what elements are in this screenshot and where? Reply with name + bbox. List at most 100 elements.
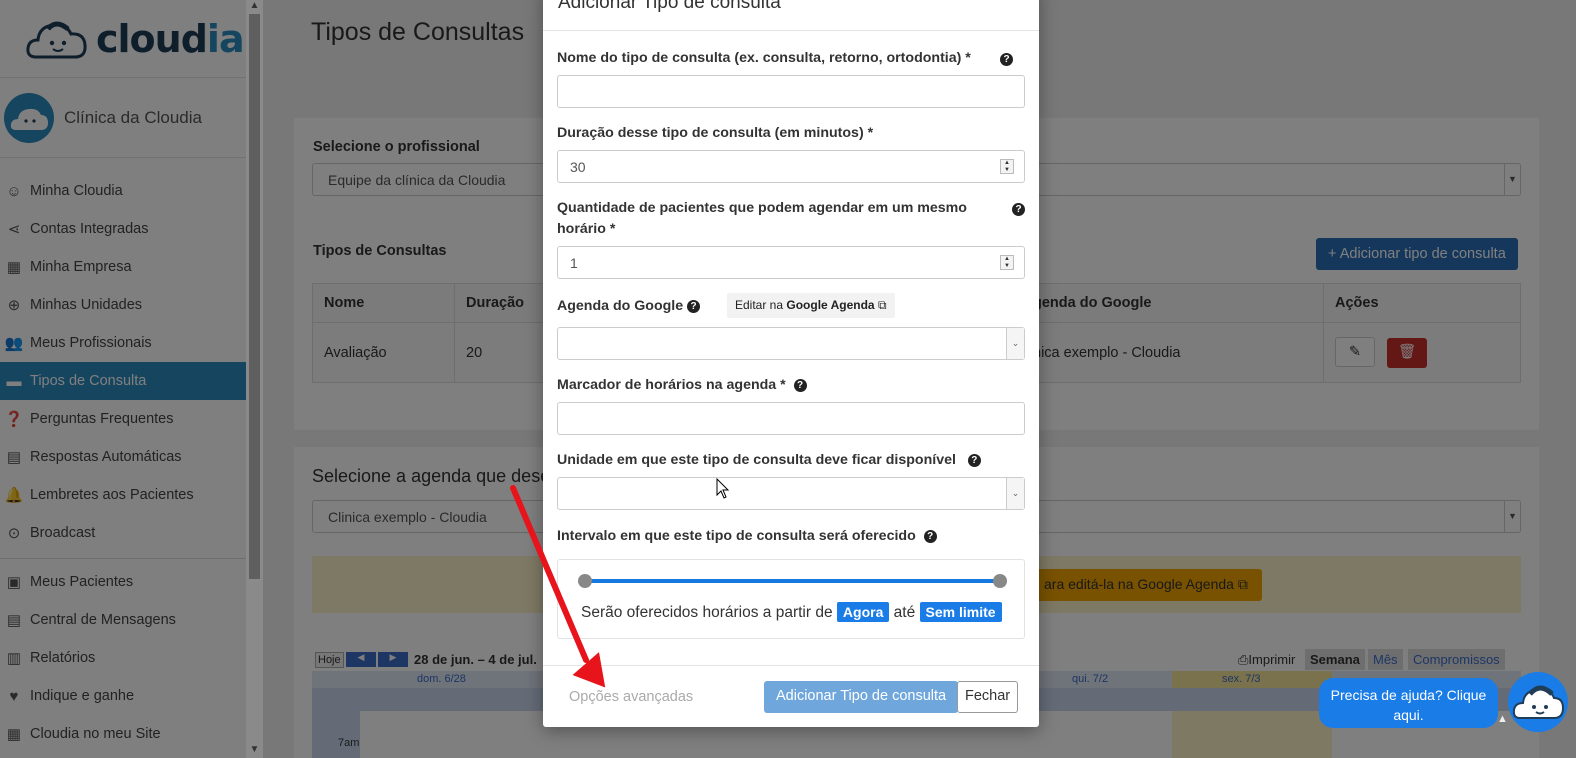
cloudia-mascot-icon bbox=[1512, 685, 1564, 719]
scroll-up-icon[interactable]: ▲ bbox=[246, 0, 263, 14]
agenda-label: Selecione a agenda que dese bbox=[312, 466, 551, 486]
broadcast-icon: ⊙ bbox=[7, 525, 21, 542]
week-tab[interactable]: Semana bbox=[1305, 649, 1365, 670]
edit-google-agenda-button[interactable]: ara editá-la na Google Agenda ⧉ bbox=[1030, 569, 1262, 601]
google-label: Agenda do Google ? bbox=[557, 296, 701, 317]
submit-button[interactable]: Adicionar Tipo de consulta bbox=[764, 681, 959, 713]
store-icon: ▦ bbox=[6, 259, 22, 276]
people-icon: 👥 bbox=[4, 335, 24, 352]
print-link[interactable]: ⎙Imprimir bbox=[1238, 652, 1295, 668]
help-icon[interactable]: ? bbox=[687, 299, 701, 313]
help-avatar[interactable] bbox=[1508, 672, 1568, 732]
page-title: Tipos de Consultas bbox=[311, 18, 525, 46]
trash-icon[interactable]: 🗑 bbox=[1387, 338, 1428, 368]
chat-icon: ▤ bbox=[6, 449, 22, 466]
modal-title: Adicionar Tipo de consulta bbox=[558, 0, 781, 13]
edit-pencil-icon[interactable]: ✎ bbox=[1335, 337, 1375, 367]
add-type-button[interactable]: + Adicionar tipo de consulta bbox=[1316, 238, 1518, 270]
share-icon: ⋖ bbox=[7, 221, 21, 238]
chevron-down-icon: ⌄ bbox=[1006, 478, 1024, 509]
brand-logo[interactable]: cloudia bbox=[0, 0, 246, 78]
sidebar-item-minha-cloudia[interactable]: ☺ Minha Cloudia bbox=[0, 172, 246, 210]
month-tab[interactable]: Mês bbox=[1368, 649, 1403, 670]
chevron-down-icon: ⌄ bbox=[1006, 328, 1024, 359]
external-link-icon: ⧉ bbox=[1237, 576, 1248, 592]
list-icon: ▬ bbox=[6, 372, 22, 390]
range-end-handle[interactable] bbox=[993, 574, 1007, 588]
mouse-cursor-icon bbox=[716, 478, 730, 499]
clinic-avatar bbox=[4, 92, 54, 143]
day-header: dom. 6/28 bbox=[417, 673, 466, 685]
day-header: sex. 7/3 bbox=[1222, 673, 1261, 685]
table-header: genda do Google bbox=[1021, 283, 1324, 323]
help-icon[interactable]: ? bbox=[923, 529, 937, 543]
duration-label: Duração desse tipo de consulta (em minut… bbox=[557, 125, 874, 141]
help-icon[interactable]: ? bbox=[1000, 53, 1013, 66]
sidebar-item-broadcast[interactable]: ⊙ Broadcast bbox=[0, 514, 246, 552]
advanced-options-link[interactable]: Opções avançadas bbox=[569, 689, 693, 705]
scroll-up-small-icon[interactable]: ▲ bbox=[1497, 713, 1508, 725]
sidebar-item-respostas-automaticas[interactable]: ▤ Respostas Automáticas bbox=[0, 438, 246, 476]
duration-input[interactable]: 30 ▲ ▼ bbox=[557, 150, 1025, 183]
range-start-handle[interactable] bbox=[578, 574, 592, 588]
range-track[interactable] bbox=[585, 579, 1000, 583]
sidebar-item-contas-integradas[interactable]: ⋖ Contas Integradas bbox=[0, 210, 246, 248]
chart-icon: ▥ bbox=[6, 650, 22, 667]
help-icon[interactable]: ? bbox=[967, 453, 981, 467]
sidebar-item-indique-e-ganhe[interactable]: ♥ Indique e ganhe bbox=[0, 677, 246, 715]
table-cell: nica exemplo - Cloudia bbox=[1021, 322, 1324, 383]
marker-label: Marcador de horários na agenda * ? bbox=[557, 375, 807, 396]
sidebar: cloudia Clínica da Cloudia ☺ Minha Cloudi… bbox=[0, 0, 246, 758]
sidebar-item-minha-empresa[interactable]: ▦ Minha Empresa bbox=[0, 248, 246, 286]
interval-label: Intervalo em que este tipo de consulta s… bbox=[557, 526, 937, 547]
chevron-down-icon: ▼ bbox=[1504, 501, 1520, 532]
scrollbar-thumb[interactable] bbox=[249, 14, 260, 579]
select-prof-label: Selecione o profissional bbox=[313, 139, 480, 155]
table-header: Nome bbox=[312, 283, 455, 323]
prev-arrow-icon[interactable]: ◀ bbox=[346, 652, 376, 667]
name-input[interactable] bbox=[557, 75, 1025, 108]
help-icon[interactable]: ? bbox=[793, 378, 807, 392]
unit-label: Unidade em que este tipo de consulta dev… bbox=[557, 450, 981, 471]
close-button[interactable]: Fechar bbox=[957, 681, 1019, 713]
cloud-logo-icon bbox=[26, 17, 88, 61]
day-header: qui. 7/2 bbox=[1072, 673, 1109, 685]
sidebar-item-central-mensagens[interactable]: ▤ Central de Mensagens bbox=[0, 601, 246, 639]
heart-icon: ♥ bbox=[9, 687, 19, 705]
modal-footer: Opções avançadas Adicionar Tipo de consu… bbox=[543, 665, 1039, 727]
today-button[interactable]: Hoje bbox=[315, 652, 344, 668]
unit-select[interactable]: ⌄ bbox=[557, 477, 1025, 510]
sidebar-item-minhas-unidades[interactable]: ⊕ Minhas Unidades bbox=[0, 286, 246, 324]
stepper-icon[interactable]: ▲ ▼ bbox=[1000, 255, 1014, 270]
scroll-down-icon[interactable]: ▼ bbox=[246, 744, 263, 758]
quantity-input[interactable]: 1 ▲ ▼ bbox=[557, 246, 1025, 279]
edit-google-agenda-link[interactable]: Editar na Google Agenda ⧉ bbox=[727, 293, 895, 318]
site-icon: ▦ bbox=[6, 726, 22, 743]
google-calendar-select[interactable]: ⌄ bbox=[557, 327, 1025, 360]
sidebar-item-cloudia-site[interactable]: ▦ Cloudia no meu Site bbox=[0, 715, 246, 753]
clinic-selector[interactable]: Clínica da Cloudia bbox=[0, 78, 246, 158]
stepper-icon[interactable]: ▲ ▼ bbox=[1000, 159, 1014, 174]
brand-name: cloudia bbox=[96, 16, 245, 61]
modal-header: Adicionar Tipo de consulta bbox=[543, 0, 1039, 31]
sidebar-item-relatorios[interactable]: ▥ Relatórios bbox=[0, 639, 246, 677]
sidebar-item-tipos-de-consulta[interactable]: ▬ Tipos de Consulta bbox=[0, 362, 246, 400]
next-arrow-icon[interactable]: ▶ bbox=[378, 652, 408, 667]
sidebar-item-perguntas-frequentes[interactable]: ❓ Perguntas Frequentes bbox=[0, 400, 246, 438]
help-icon[interactable]: ? bbox=[1012, 203, 1025, 216]
sidebar-scrollbar[interactable]: ▲ ▼ bbox=[246, 0, 263, 758]
clinic-name: Clínica da Cloudia bbox=[64, 107, 202, 127]
appointments-tab[interactable]: Compromissos bbox=[1408, 649, 1505, 670]
bell-icon: 🔔 bbox=[4, 487, 24, 504]
sidebar-item-meus-profissionais[interactable]: 👥 Meus Profissionais bbox=[0, 324, 246, 362]
help-bubble[interactable]: Precisa de ajuda? Clique aqui. bbox=[1319, 678, 1498, 728]
interval-description: Serão oferecidos horários a partir de Ag… bbox=[581, 602, 1002, 622]
interval-range-box: Serão oferecidos horários a partir de Ag… bbox=[557, 559, 1025, 639]
patients-icon: ▣ bbox=[6, 574, 22, 591]
marker-input[interactable] bbox=[557, 402, 1025, 435]
sidebar-item-lembretes[interactable]: 🔔 Lembretes aos Pacientes bbox=[0, 476, 246, 514]
date-range: 28 de jun. – 4 de jul. bbox=[414, 652, 537, 667]
name-label: Nome do tipo de consulta (ex. consulta, … bbox=[557, 50, 971, 66]
sidebar-item-meus-pacientes[interactable]: ▣ Meus Pacientes bbox=[0, 563, 246, 601]
add-type-modal: Adicionar Tipo de consulta Nome do tipo … bbox=[543, 0, 1039, 727]
